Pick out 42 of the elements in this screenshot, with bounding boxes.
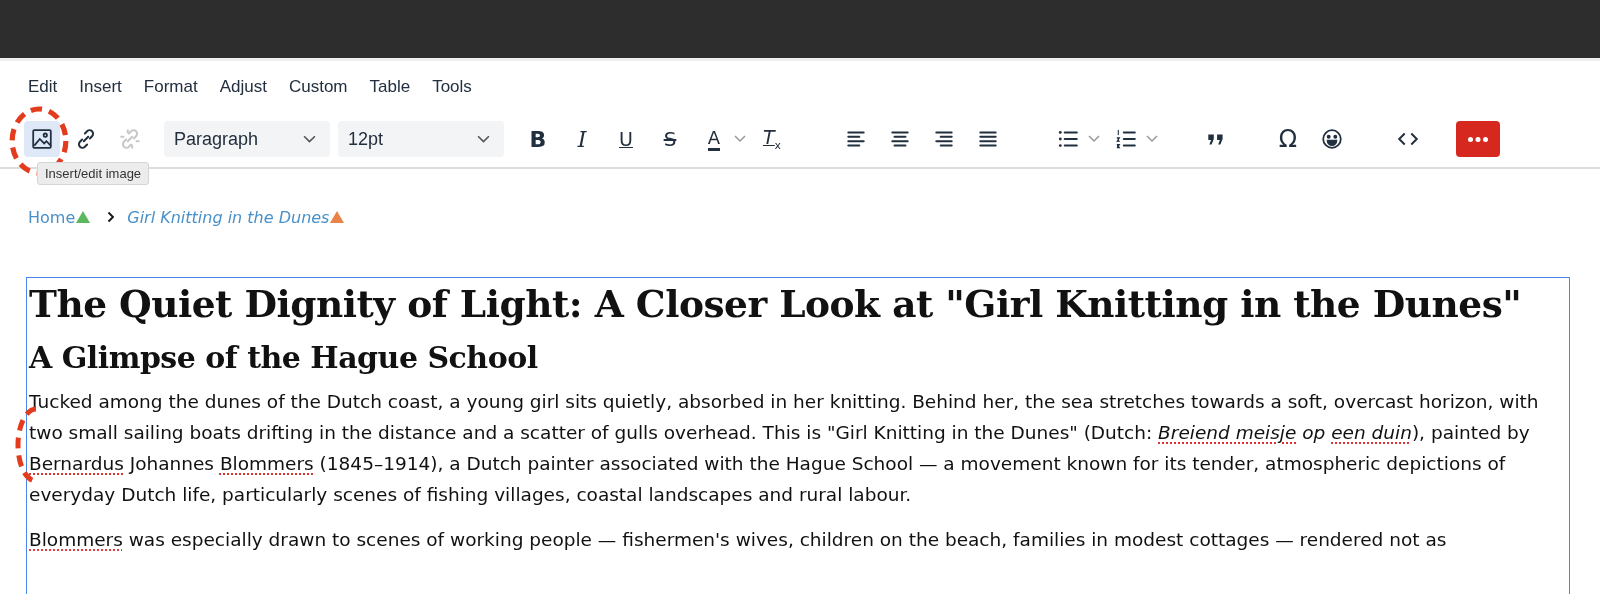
breadcrumb-link[interactable]: Girl Knitting in the Dunes bbox=[127, 207, 330, 227]
paragraph: Blommers was especially drawn to scenes of working people — fishermen's wives, children on the beach, families in modest cottages — rendered not as bbox=[29, 528, 1448, 552]
bullet-list-icon bbox=[1057, 128, 1079, 150]
tooltip: Insert/edit image bbox=[37, 162, 150, 185]
text-color-button[interactable]: A bbox=[696, 121, 732, 157]
numbered-list-icon bbox=[1115, 128, 1137, 150]
editor-area[interactable] bbox=[26, 277, 1570, 594]
menu-item[interactable]: Custom bbox=[288, 77, 348, 107]
align-justify-icon bbox=[977, 128, 999, 150]
menu-item[interactable]: Table bbox=[369, 77, 411, 107]
dropdown-select[interactable]: 12pt bbox=[338, 121, 504, 157]
paragraph: Tucked among the dunes of the Dutch coast, a young girl sits quietly, absorbed in her knitting. Behind her, the sea stretches towards a soft, overcast horizon, with two small sailing boats drifting in the distance and a scatter of gulls overhead. This is "Girl Knitting in the Dunes" (Dutch: Breiend meisje op een duin), painted by Bernardus Johannes Blommers (1845–1914), a Dutch painter associated with the Hague School — a movement known for its tender, atmospheric depictions of everyday Dutch life, particularly scenes of fishing villages, coastal landscapes and rural labour. bbox=[29, 390, 1540, 507]
unlink-icon bbox=[119, 128, 141, 150]
dropdown-select[interactable]: Paragraph bbox=[164, 121, 330, 157]
strikethrough-button[interactable]: S bbox=[652, 121, 688, 157]
image-icon bbox=[31, 128, 53, 150]
more-button[interactable] bbox=[1456, 121, 1500, 157]
special-character-button[interactable]: Ω bbox=[1270, 121, 1306, 157]
more-icon bbox=[1468, 136, 1488, 142]
menu-item[interactable]: Insert bbox=[79, 77, 122, 107]
link-icon bbox=[75, 128, 97, 150]
section-heading: A Glimpse of the Hague School bbox=[29, 339, 539, 377]
menu-item[interactable]: Tools bbox=[432, 77, 472, 107]
smiley-icon bbox=[1321, 128, 1343, 150]
bold-button[interactable]: B bbox=[520, 121, 556, 157]
menu-item[interactable]: Edit bbox=[28, 77, 58, 107]
align-left-icon bbox=[845, 128, 867, 150]
chevron-down-icon bbox=[303, 134, 316, 144]
chevron-down-icon[interactable] bbox=[1146, 135, 1158, 143]
italic-button[interactable]: I bbox=[564, 121, 600, 157]
underline-button[interactable]: U bbox=[608, 121, 644, 157]
clear-format-button[interactable]: T$_{x}$ bbox=[754, 121, 790, 157]
menu-item[interactable]: Adjust bbox=[219, 77, 267, 107]
chevron-down-icon[interactable] bbox=[1088, 135, 1100, 143]
chevron-right-icon bbox=[107, 211, 116, 223]
align-right-icon bbox=[933, 128, 955, 150]
chevron-down-icon[interactable] bbox=[734, 135, 746, 143]
align-center-icon bbox=[889, 128, 911, 150]
image-button[interactable] bbox=[24, 121, 60, 157]
chevron-down-icon bbox=[477, 134, 490, 144]
article-title: The Quiet Dignity of Light: A Closer Look at "Girl Knitting in the Dunes" bbox=[29, 281, 1523, 328]
menu-item[interactable]: Format bbox=[143, 77, 198, 107]
